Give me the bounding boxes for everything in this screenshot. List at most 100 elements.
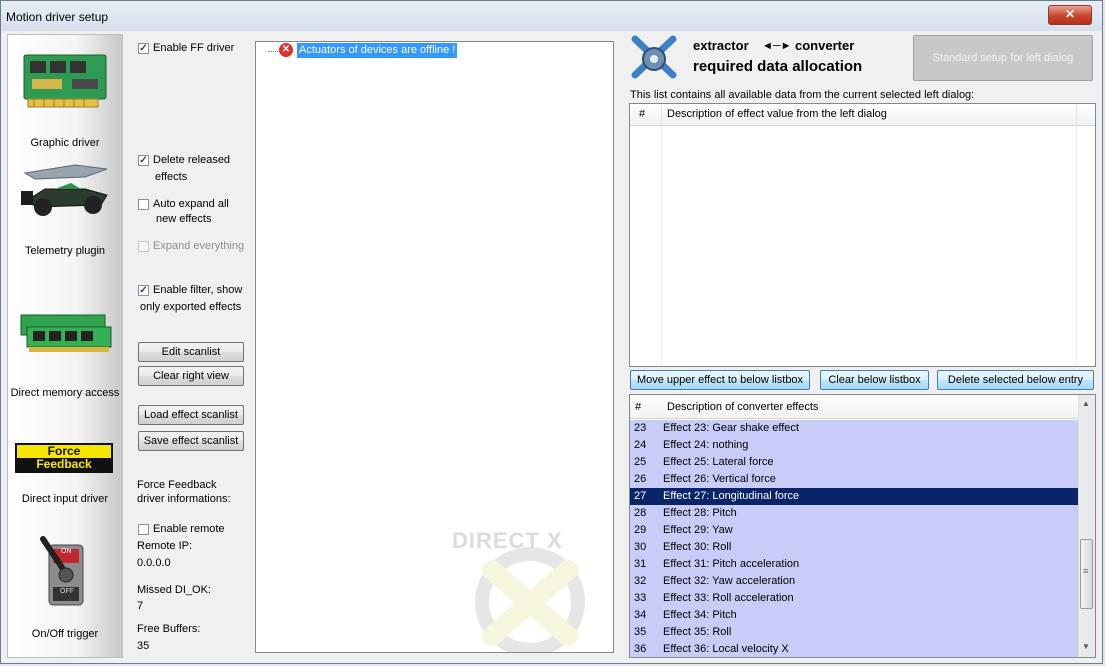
sidebar-item-direct-memory-access[interactable]: Direct memory access (8, 305, 122, 405)
delete-released-checkbox[interactable]: ✓ (138, 155, 149, 166)
row-number: 29 (634, 524, 647, 536)
lower-col-num[interactable]: # (635, 401, 641, 413)
row-description: Effect 23: Gear shake effect (663, 422, 799, 434)
sidebar-item-label: Direct memory access (10, 387, 120, 399)
sidebar-item-label: Telemetry plugin (24, 245, 106, 257)
row-description: Effect 35: Roll (663, 626, 732, 638)
extractor-converter-gear-icon (631, 35, 677, 79)
sidebar-item-on-off-trigger[interactable]: ON OFF On/Off trigger (8, 533, 122, 643)
clear-below-listbox-button[interactable]: Clear below listbox (820, 370, 929, 390)
scroll-up-icon[interactable]: ▲ (1082, 399, 1090, 408)
table-row[interactable]: 34 Effect 34: Pitch (630, 607, 1078, 624)
row-description: Effect 26: Vertical force (663, 473, 776, 485)
missed-di-ok-value: 7 (137, 600, 144, 612)
row-number: 27 (634, 490, 647, 502)
tree-item-actuators-offline[interactable]: Actuators of devices are offline ! (297, 43, 458, 58)
row-number: 24 (634, 439, 647, 451)
remote-ip-value: 0.0.0.0 (137, 557, 171, 569)
remote-ip-label: Remote IP: (137, 540, 193, 552)
enable-filter-label-line2: only exported effects (140, 301, 242, 313)
effects-tree[interactable]: ✕ Actuators of devices are offline ! DIR… (255, 41, 614, 653)
delete-selected-entry-button[interactable]: Delete selected below entry (937, 370, 1094, 390)
table-row[interactable]: 27 Effect 27: Longitudinal force (630, 488, 1078, 505)
table-row[interactable]: 35 Effect 35: Roll (630, 624, 1078, 641)
auto-expand-checkbox[interactable] (138, 199, 149, 210)
expand-everything-label: Expand everything (153, 240, 245, 252)
converter-list-scrollbar[interactable]: ▲ ≡ ▼ (1078, 395, 1095, 657)
allocation-title-right: converter (795, 38, 855, 53)
title-bar: Motion driver setup ✕ (1, 1, 1102, 31)
window-title: Motion driver setup (6, 10, 109, 24)
free-buffers-label: Free Buffers: (137, 623, 201, 635)
table-row[interactable]: 26 Effect 26: Vertical force (630, 471, 1078, 488)
sidebar-item-label: Graphic driver (30, 137, 100, 149)
upper-col-num[interactable]: # (639, 108, 645, 120)
switch-off-label: OFF (60, 588, 74, 595)
row-number: 33 (634, 592, 647, 604)
table-row[interactable]: 23 Effect 23: Gear shake effect (630, 420, 1078, 437)
list-caption: This list contains all available data fr… (630, 89, 975, 101)
sidebar-item-direct-input-driver[interactable]: Force Feedback Direct input driver (8, 441, 122, 511)
sidebar-item-graphic-driver[interactable]: Graphic driver (8, 49, 122, 149)
table-row[interactable]: 29 Effect 29: Yaw (630, 522, 1078, 539)
force-feedback-icon: Force Feedback (15, 443, 113, 473)
switch-on-label: ON (61, 548, 72, 555)
table-row[interactable]: 28 Effect 28: Pitch (630, 505, 1078, 522)
upper-col-desc[interactable]: Description of effect value from the lef… (667, 108, 887, 120)
table-row[interactable]: 32 Effect 32: Yaw acceleration (630, 573, 1078, 590)
row-number: 32 (634, 575, 647, 587)
move-upper-effect-button[interactable]: Move upper effect to below listbox (630, 370, 810, 390)
lower-col-desc[interactable]: Description of converter effects (667, 401, 818, 413)
row-number: 31 (634, 558, 647, 570)
row-description: Effect 34: Pitch (663, 609, 737, 621)
enable-remote-label: Enable remote (153, 523, 225, 535)
row-description: Effect 28: Pitch (663, 507, 737, 519)
converter-effects-list[interactable]: # Description of converter effects 23 Eff… (629, 394, 1096, 658)
auto-expand-label-line2: new effects (156, 213, 212, 225)
standard-setup-button[interactable]: Standard setup for left dialog (913, 35, 1093, 81)
sidebar-item-label: On/Off trigger (31, 628, 99, 640)
table-row[interactable]: 25 Effect 25: Lateral force (630, 454, 1078, 471)
table-row[interactable]: 31 Effect 31: Pitch acceleration (630, 556, 1078, 573)
row-description: Effect 31: Pitch acceleration (663, 558, 800, 570)
clear-right-view-button[interactable]: Clear right view (138, 366, 244, 386)
force-feedback-icon-line2: Feedback (17, 458, 111, 471)
expand-everything-checkbox[interactable] (138, 241, 149, 252)
motion-driver-setup-window: Motion driver setup ✕ Graphic driver Tel… (0, 0, 1103, 664)
row-description: Effect 36: Local velocity X (663, 643, 789, 655)
scroll-down-icon[interactable]: ▼ (1082, 642, 1090, 651)
close-button[interactable]: ✕ (1048, 5, 1092, 25)
row-number: 28 (634, 507, 647, 519)
table-row[interactable]: 24 Effect 24: nothing (630, 437, 1078, 454)
sidebar-item-telemetry-plugin[interactable]: Telemetry plugin (8, 159, 122, 259)
column-gridline (661, 126, 662, 366)
enable-filter-checkbox[interactable]: ✓ (138, 285, 149, 296)
save-effect-scanlist-button[interactable]: Save effect scanlist (138, 431, 244, 451)
missed-di-ok-label: Missed DI_OK: (137, 584, 211, 596)
enable-ff-label: Enable FF driver (153, 42, 235, 54)
allocation-arrow-icon: ◄─► (762, 40, 792, 52)
table-row[interactable]: 33 Effect 33: Roll acceleration (630, 590, 1078, 607)
memory-module-icon (20, 314, 112, 352)
header-divider (661, 104, 662, 126)
left-dialog-values-list[interactable]: # Description of effect value from the l… (629, 103, 1096, 367)
enable-filter-label: Enable filter, show (153, 284, 243, 296)
row-description: Effect 33: Roll acceleration (663, 592, 794, 604)
enable-ff-checkbox[interactable]: ✓ (138, 43, 149, 54)
lower-list-header: # Description of converter effects (630, 395, 1078, 419)
header-divider (1076, 104, 1077, 126)
row-description: Effect 32: Yaw acceleration (663, 575, 796, 587)
table-row[interactable]: 30 Effect 30: Roll (630, 539, 1078, 556)
row-description: Effect 27: Longitudinal force (663, 490, 800, 502)
enable-remote-checkbox[interactable] (138, 524, 149, 535)
sidebar: Graphic driver Telemetry plugin Direct m… (7, 34, 123, 658)
delete-released-label: Delete released (153, 154, 231, 166)
allocation-title-left: extractor (693, 38, 749, 53)
load-effect-scanlist-button[interactable]: Load effect scanlist (138, 405, 244, 425)
row-description: Effect 25: Lateral force (663, 456, 774, 468)
directx-watermark-text: DIRECT X (452, 528, 563, 553)
table-row[interactable]: 36 Effect 36: Local velocity X (630, 641, 1078, 657)
ff-info-heading-line2: driver informations: (137, 493, 231, 505)
edit-scanlist-button[interactable]: Edit scanlist (138, 342, 244, 362)
row-number: 34 (634, 609, 647, 621)
